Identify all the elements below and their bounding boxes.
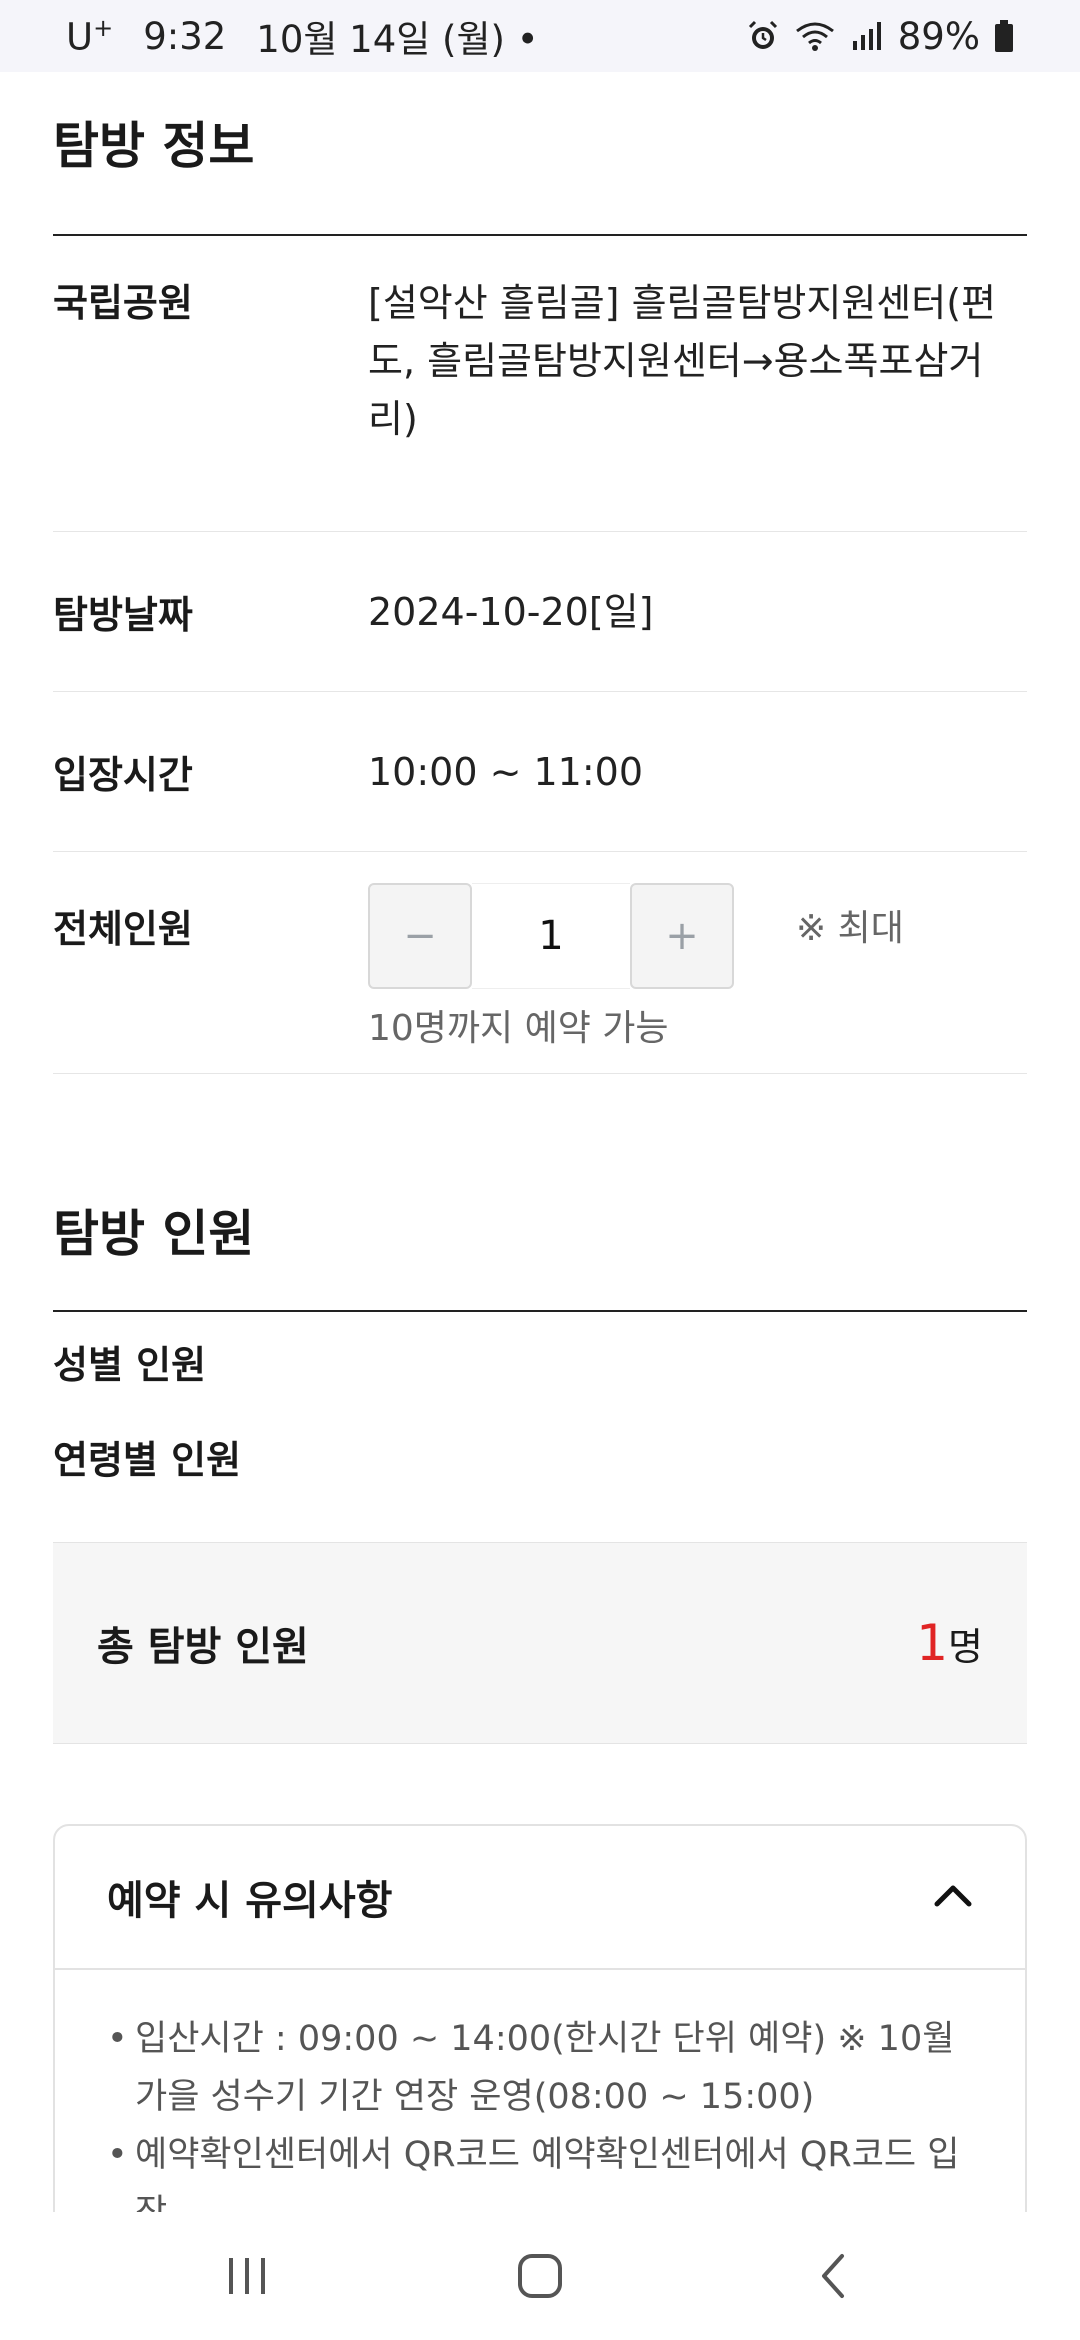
total-people-label: 전체인원 — [53, 907, 193, 951]
date-value: 2024-10-20[일] — [368, 589, 654, 634]
recent-apps-button[interactable] — [187, 2236, 307, 2316]
max-note-1: ※ 최대 — [796, 908, 904, 949]
status-bar: U+ 9:32 10월 14일 (월) • 89% — [0, 0, 1080, 72]
notice-title: 예약 시 유의사항 — [107, 1878, 393, 1924]
total-visitors-unit: 명 — [948, 1625, 983, 1669]
people-section-title: 탐방 인원 — [53, 1150, 1027, 1312]
time-label: 입장시간 — [53, 753, 193, 797]
total-visitors-box: 총 탐방 인원 1명 — [53, 1542, 1027, 1744]
battery-percent: 89% — [897, 14, 980, 58]
notice-item-text: 예약확인센터에서 QR코드 예약확인센터에서 QR코드 입장 — [135, 2135, 960, 2212]
total-people-row: 전체인원 − 1 + ※ 최대 10명까지 예약 가능 — [53, 852, 1027, 1074]
total-visitors-count: 1 — [916, 1614, 949, 1672]
info-section-title: 탐방 정보 — [53, 72, 1027, 236]
people-stepper: − 1 + — [368, 876, 734, 997]
navigation-bar — [0, 2212, 1080, 2340]
notice-header[interactable]: 예약 시 유의사항 — [55, 1826, 1025, 1970]
signal-icon — [850, 19, 884, 53]
people-count-input[interactable]: 1 — [472, 883, 630, 990]
notice-item: • 예약확인센터에서 QR코드 예약확인센터에서 QR코드 입장 — [107, 2126, 973, 2212]
gender-people-label: 성별 인원 — [53, 1343, 207, 1387]
date-row: 탐방날짜 2024-10-20[일] — [53, 532, 1027, 692]
main-content[interactable]: 탐방 정보 국립공원 [설악산 흘림골] 흘림골탐방지원센터(편도, 흘림골탐방… — [0, 72, 1080, 2212]
age-people-label: 연령별 인원 — [53, 1438, 242, 1482]
park-label: 국립공원 — [53, 281, 193, 325]
back-button[interactable] — [773, 2236, 893, 2316]
status-date: 10월 14일 (월) • — [256, 18, 539, 61]
max-note-2: 10명까지 예약 가능 — [368, 1007, 669, 1049]
stepper-wrap: − 1 + ※ 최대 10명까지 예약 가능 — [368, 876, 1027, 1073]
status-time: 9:32 — [143, 14, 227, 58]
total-visitors-value: 1명 — [916, 1614, 983, 1672]
time-value: 10:00 ~ 11:00 — [368, 749, 644, 794]
bullet-icon: • — [107, 2135, 128, 2175]
status-left: U+ 9:32 10월 14일 (월) • — [66, 9, 539, 63]
total-visitors-label: 총 탐방 인원 — [97, 1624, 309, 1670]
notice-item: • 입산시간 : 09:00 ~ 14:00(한시간 단위 예약) ※ 10월 … — [107, 2010, 973, 2126]
wifi-icon — [794, 19, 836, 53]
time-row: 입장시간 10:00 ~ 11:00 — [53, 692, 1027, 852]
carrier-label: U+ — [66, 13, 114, 59]
chevron-up-icon[interactable] — [933, 1882, 973, 1912]
alarm-icon — [746, 19, 780, 53]
date-label: 탐방날짜 — [53, 593, 193, 637]
notice-card: 예약 시 유의사항 • 입산시간 : 09:00 ~ 14:00(한시간 단위 … — [53, 1824, 1027, 2212]
park-value: [설악산 흘림골] 흘림골탐방지원센터(편도, 흘림골탐방지원센터→용소폭포삼거… — [368, 281, 996, 441]
battery-icon — [994, 19, 1014, 53]
increase-button[interactable]: + — [630, 883, 734, 990]
park-row: 국립공원 [설악산 흘림골] 흘림골탐방지원센터(편도, 흘림골탐방지원센터→용… — [53, 236, 1027, 532]
home-button[interactable] — [480, 2236, 600, 2316]
decrease-button[interactable]: − — [368, 883, 472, 990]
status-right: 89% — [746, 15, 1014, 58]
notice-body: • 입산시간 : 09:00 ~ 14:00(한시간 단위 예약) ※ 10월 … — [55, 1970, 1025, 2212]
bullet-icon: • — [107, 2019, 128, 2059]
notice-item-text: 입산시간 : 09:00 ~ 14:00(한시간 단위 예약) ※ 10월 가을… — [135, 2019, 955, 2117]
